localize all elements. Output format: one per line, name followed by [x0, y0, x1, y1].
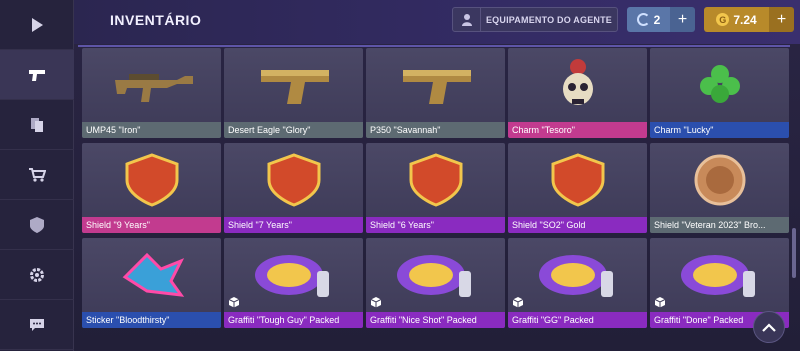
item-name: Shield "Veteran 2023" Bro...: [650, 217, 789, 233]
item-name: Desert Eagle "Glory": [224, 122, 363, 138]
item-name: UMP45 "Iron": [82, 122, 221, 138]
page-title: INVENTÁRIO: [110, 12, 202, 28]
agent-icon: [453, 8, 481, 31]
clan-icon: [30, 216, 44, 233]
sidebar-item-play[interactable]: [0, 0, 74, 50]
inventory-item[interactable]: Shield "SO2" Gold: [508, 143, 647, 233]
package-icon: [370, 295, 382, 308]
item-name: Shield "6 Years": [366, 217, 505, 233]
sidebar-item-clan[interactable]: [0, 200, 74, 250]
silver-currency: 2: [627, 7, 670, 32]
sidebar-item-inventory[interactable]: [0, 50, 74, 100]
graffiti-icon: [224, 238, 363, 312]
item-name: Charm "Tesoro": [508, 122, 647, 138]
package-icon: [228, 295, 240, 308]
silver-coin-icon: [636, 13, 650, 26]
item-name: Charm "Lucky": [650, 122, 789, 138]
smg-icon: [82, 48, 221, 122]
package-icon: [512, 295, 524, 308]
shield-icon: [82, 143, 221, 217]
cards-icon: [31, 117, 43, 132]
sidebar-item-chat[interactable]: [0, 300, 74, 350]
silver-currency-value: 2: [653, 12, 661, 27]
pistol-icon: [366, 48, 505, 122]
item-name: Graffiti "GG" Packed: [508, 312, 647, 328]
graffiti-icon: [366, 238, 505, 312]
inventory-item[interactable]: Shield "7 Years": [224, 143, 363, 233]
inventory-item[interactable]: Graffiti "Nice Shot" Packed: [366, 238, 505, 328]
agent-equipment-button[interactable]: EQUIPAMENTO DO AGENTE: [452, 7, 618, 32]
shark-sticker-icon: [82, 238, 221, 312]
inventory-item[interactable]: Shield "6 Years": [366, 143, 505, 233]
sidebar-item-cards[interactable]: [0, 100, 74, 150]
pistol-icon: [29, 69, 45, 81]
shield-icon: [366, 143, 505, 217]
gold-currency: G 7.24: [704, 7, 769, 32]
header: INVENTÁRIO EQUIPAMENTO DO AGENTE 2 + G 7…: [74, 0, 800, 44]
inventory-grid: UMP45 "Iron" Desert Eagle "Glory" P350 "Sa…: [82, 48, 790, 351]
item-name: Sticker "Bloodthirsty": [82, 312, 221, 328]
shield-icon: [224, 143, 363, 217]
inventory-item[interactable]: Charm "Tesoro": [508, 48, 647, 138]
inventory-item[interactable]: Shield "9 Years": [82, 143, 221, 233]
scrollbar[interactable]: [792, 228, 796, 278]
package-icon: [654, 295, 666, 308]
item-name: Graffiti "Nice Shot" Packed: [366, 312, 505, 328]
skull-charm-icon: [508, 48, 647, 122]
inventory-item[interactable]: Charm "Lucky": [650, 48, 789, 138]
item-name: Shield "7 Years": [224, 217, 363, 233]
shield-icon: [508, 143, 647, 217]
inventory-item[interactable]: UMP45 "Iron": [82, 48, 221, 138]
sidebar: [0, 0, 74, 351]
graffiti-icon: [508, 238, 647, 312]
gold-coin-icon: G: [716, 13, 730, 26]
item-name: Shield "SO2" Gold: [508, 217, 647, 233]
item-name: P350 "Savannah": [366, 122, 505, 138]
sidebar-item-settings[interactable]: [0, 250, 74, 300]
header-divider: [78, 45, 790, 47]
graffiti-icon: [650, 238, 789, 312]
inventory-item[interactable]: Sticker "Bloodthirsty": [82, 238, 221, 328]
pistol-icon: [224, 48, 363, 122]
inventory-item[interactable]: Graffiti "Tough Guy" Packed: [224, 238, 363, 328]
play-icon: [32, 17, 43, 32]
add-gold-button[interactable]: +: [769, 7, 794, 32]
medal-icon: [650, 143, 789, 217]
inventory-item[interactable]: Graffiti "GG" Packed: [508, 238, 647, 328]
gold-currency-value: 7.24: [733, 12, 757, 27]
inventory-item[interactable]: P350 "Savannah": [366, 48, 505, 138]
inventory-item[interactable]: Desert Eagle "Glory": [224, 48, 363, 138]
chevron-up-icon: [762, 322, 776, 332]
inventory-item[interactable]: Shield "Veteran 2023" Bro...: [650, 143, 789, 233]
item-name: Shield "9 Years": [82, 217, 221, 233]
add-silver-button[interactable]: +: [670, 7, 695, 32]
gear-icon: [30, 267, 44, 282]
clover-charm-icon: [650, 48, 789, 122]
cart-icon: [29, 167, 46, 182]
agent-equipment-label: EQUIPAMENTO DO AGENTE: [485, 14, 613, 25]
item-name: Graffiti "Tough Guy" Packed: [224, 312, 363, 328]
scroll-to-top-button[interactable]: [753, 311, 785, 343]
sidebar-item-shop[interactable]: [0, 150, 74, 200]
chat-icon: [30, 318, 44, 331]
